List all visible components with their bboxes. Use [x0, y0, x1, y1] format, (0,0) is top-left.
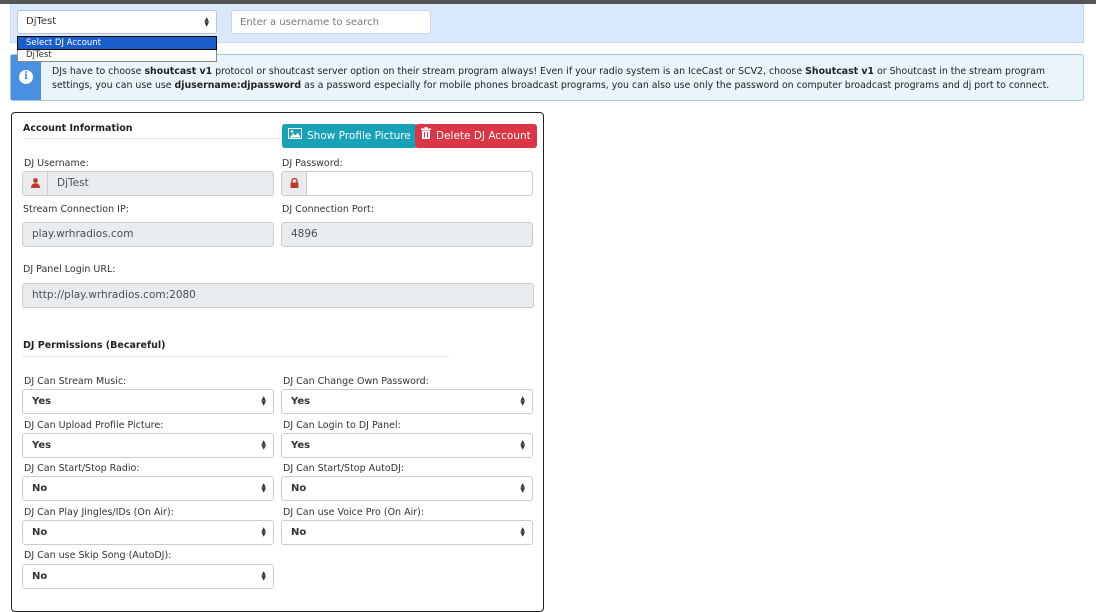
- dj-username-value: DjTest: [57, 177, 89, 189]
- dj-password-field[interactable]: [281, 171, 533, 196]
- user-icon: [31, 178, 40, 188]
- notice-text-part: shoutcast v1: [144, 66, 213, 77]
- perm-change-password-select[interactable]: Yes ▲ ▼: [281, 389, 533, 414]
- perm-skip-song-value: No: [32, 571, 48, 582]
- dj-username-label: DJ Username:: [24, 158, 89, 169]
- select-caret-icon: ▲ ▼: [261, 395, 266, 407]
- perm-start-stop-radio-select[interactable]: No ▲ ▼: [22, 476, 274, 501]
- account-information-title: Account Information: [23, 123, 133, 134]
- perm-upload-picture-select[interactable]: Yes ▲ ▼: [22, 433, 274, 458]
- dj-account-card: Account Information Show Profile Picture…: [11, 112, 544, 612]
- section-divider: [22, 356, 449, 357]
- notice-text-part: protocol or shoutcast server option on t…: [212, 66, 806, 77]
- perm-login-panel-value: Yes: [291, 440, 311, 451]
- stream-ip-label: Stream Connection IP:: [23, 204, 129, 215]
- dj-password-label: DJ Password:: [282, 158, 343, 169]
- select-caret-icon: ▲ ▼: [204, 16, 209, 28]
- dj-port-label: DJ Connection Port:: [282, 204, 374, 215]
- info-icon: i: [19, 70, 33, 84]
- perm-login-panel-label: DJ Can Login to DJ Panel:: [283, 420, 401, 431]
- dropdown-option[interactable]: DjTest: [18, 49, 216, 61]
- delete-dj-account-label: Delete DJ Account: [436, 130, 531, 142]
- image-icon: [288, 124, 302, 148]
- notice-text-part: Shoutcast v1: [805, 66, 875, 77]
- login-url-label: DJ Panel Login URL:: [23, 264, 116, 275]
- trash-icon: [421, 124, 431, 148]
- perm-login-panel-select[interactable]: Yes ▲ ▼: [281, 433, 533, 458]
- dj-account-select[interactable]: DjTest ▲ ▼: [17, 10, 217, 34]
- perm-voice-pro-select[interactable]: No ▲ ▼: [281, 520, 533, 545]
- perm-stream-music-select[interactable]: Yes ▲ ▼: [22, 389, 274, 414]
- perm-voice-pro-label: DJ Can use Voice Pro (On Air):: [283, 507, 425, 518]
- select-caret-icon: ▲ ▼: [520, 395, 525, 407]
- login-url-value: http://play.wrhradios.com:2080: [32, 289, 196, 301]
- perm-voice-pro-value: No: [291, 527, 307, 538]
- select-caret-icon: ▲ ▼: [261, 482, 266, 494]
- notice-text: DJs have to choose shoutcast v1 protocol…: [52, 65, 1077, 93]
- perm-play-jingles-select[interactable]: No ▲ ▼: [22, 520, 274, 545]
- lock-icon: [290, 178, 299, 188]
- perm-start-stop-autodj-value: No: [291, 483, 307, 494]
- lock-icon-addon: [282, 172, 307, 195]
- perm-skip-song-select[interactable]: No ▲ ▼: [22, 564, 274, 589]
- delete-dj-account-button[interactable]: Delete DJ Account: [415, 124, 537, 148]
- perm-play-jingles-label: DJ Can Play Jingles/IDs (On Air):: [24, 507, 174, 518]
- notice-text-part: DJs have to choose: [52, 66, 145, 77]
- dj-username-field: DjTest: [22, 171, 274, 196]
- notice-text-part: as a password especially for mobile phon…: [301, 80, 1050, 91]
- username-search-input[interactable]: [231, 10, 431, 34]
- perm-stream-music-label: DJ Can Stream Music:: [24, 376, 127, 387]
- perm-play-jingles-value: No: [32, 527, 48, 538]
- select-caret-icon: ▲ ▼: [261, 439, 266, 451]
- perm-skip-song-label: DJ Can use Skip Song (AutoDJ):: [24, 550, 172, 561]
- perm-start-stop-autodj-label: DJ Can Start/Stop AutoDJ:: [283, 463, 405, 474]
- perm-upload-picture-label: DJ Can Upload Profile Picture:: [24, 420, 164, 431]
- show-profile-picture-label: Show Profile Picture: [307, 130, 411, 142]
- login-url-field: http://play.wrhradios.com:2080: [22, 283, 534, 308]
- dj-permissions-title: DJ Permissions (Becareful): [23, 340, 166, 351]
- select-caret-icon: ▲ ▼: [520, 439, 525, 451]
- perm-start-stop-radio-label: DJ Can Start/Stop Radio:: [24, 463, 140, 474]
- select-caret-icon: ▲ ▼: [520, 526, 525, 538]
- user-icon-addon: [23, 172, 48, 195]
- section-divider: [23, 138, 281, 139]
- select-caret-icon: ▲ ▼: [261, 570, 266, 582]
- dj-account-select-value: DjTest: [26, 16, 57, 27]
- dropdown-option[interactable]: Select DJ Account: [17, 36, 217, 50]
- perm-stream-music-value: Yes: [32, 396, 52, 407]
- dj-port-field: 4896: [281, 222, 533, 247]
- stream-ip-value: play.wrhradios.com: [32, 228, 134, 240]
- perm-start-stop-radio-value: No: [32, 483, 48, 494]
- perm-start-stop-autodj-select[interactable]: No ▲ ▼: [281, 476, 533, 501]
- dj-port-value: 4896: [291, 228, 318, 240]
- dj-account-dropdown: Select DJ Account DjTest: [17, 36, 217, 62]
- perm-change-password-label: DJ Can Change Own Password:: [283, 376, 429, 387]
- stream-ip-field: play.wrhradios.com: [22, 222, 274, 247]
- select-caret-icon: ▲ ▼: [520, 482, 525, 494]
- show-profile-picture-button[interactable]: Show Profile Picture: [282, 124, 417, 148]
- select-caret-icon: ▲ ▼: [261, 526, 266, 538]
- perm-change-password-value: Yes: [291, 396, 311, 407]
- perm-upload-picture-value: Yes: [32, 440, 52, 451]
- notice-text-part: djusername:djpassword: [174, 80, 302, 91]
